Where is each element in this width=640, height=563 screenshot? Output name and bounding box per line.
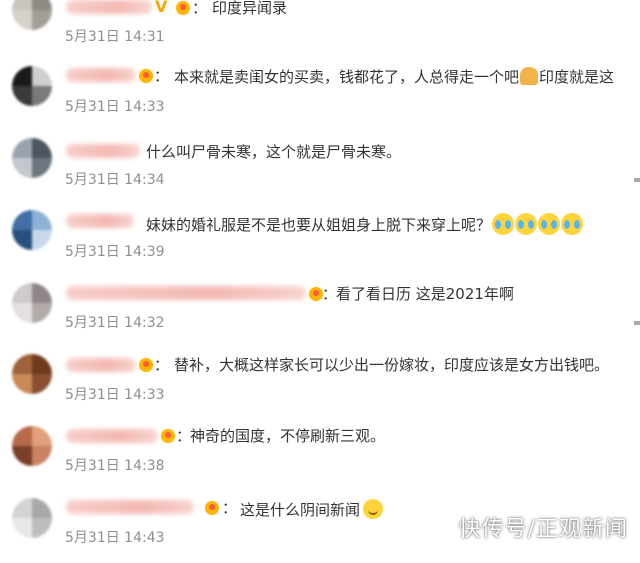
avatar[interactable] — [12, 426, 52, 466]
avatar[interactable] — [12, 283, 52, 323]
comment-time: 5月31日 14:33 — [65, 99, 165, 115]
avatar-pixel — [12, 0, 32, 10]
avatar-pixel — [32, 138, 52, 158]
comment-colon: ： — [192, 0, 208, 17]
avatar-pixel — [32, 10, 52, 30]
comment-colon: ： — [222, 499, 238, 517]
smile-emoji-icon — [363, 499, 384, 519]
username-blurred[interactable] — [66, 0, 152, 14]
avatar-pixel — [12, 10, 32, 30]
avatar-pixel — [12, 158, 32, 178]
comment-colon: ： — [322, 285, 338, 303]
avatar-pixel — [12, 354, 32, 374]
avatar-pixel — [12, 210, 32, 230]
avatar[interactable] — [12, 0, 52, 30]
avatar-pixel — [12, 446, 32, 466]
member-crown-icon — [175, 0, 191, 16]
verified-v-icon: V — [155, 0, 168, 16]
comment-item: ： 神奇的国度，不停刷新三观。 5月31日 14:38 — [0, 420, 640, 491]
username-blurred[interactable] — [66, 286, 306, 300]
comment-item: ： 替补，大概这样家长可以少出一份嫁妆，印度应该是女方出钱吧。 5月31日 14… — [0, 348, 640, 419]
avatar[interactable] — [12, 354, 52, 394]
avatar-pixel — [32, 86, 52, 106]
avatar-pixel — [32, 518, 52, 538]
comment-time: 5月31日 14:38 — [65, 458, 165, 474]
comment-colon: ： — [176, 427, 192, 445]
username-blurred[interactable] — [66, 144, 140, 158]
member-crown-icon — [138, 68, 154, 84]
comment-text-part: 这是什么阴间新闻 — [240, 501, 361, 519]
avatar[interactable] — [12, 498, 52, 538]
avatar-pixel — [32, 283, 52, 303]
comment-text: 看了看日历 这是2021年啊 — [336, 285, 514, 303]
cry-laugh-emoji-icon — [538, 213, 561, 235]
comment-time: 5月31日 14:31 — [65, 29, 165, 45]
avatar-pixel — [12, 374, 32, 394]
comment-time: 5月31日 14:43 — [65, 530, 165, 546]
comment-item: ： 看了看日历 这是2021年啊 5月31日 14:32 — [0, 277, 640, 348]
avatar-pixel — [12, 426, 32, 446]
comment-time: 5月31日 14:33 — [65, 387, 165, 403]
avatar-pixel — [32, 158, 52, 178]
username-blurred[interactable] — [66, 429, 158, 443]
avatar-pixel — [32, 426, 52, 446]
avatar[interactable] — [12, 138, 52, 178]
comment-text: 替补，大概这样家长可以少出一份嫁妆，印度应该是女方出钱吧。 — [174, 356, 610, 374]
comment-text-part: 本来就是卖闺女的买卖，钱都花了，人总得走一个吧 — [174, 68, 520, 86]
comment-time: 5月31日 14:39 — [65, 244, 165, 260]
username-blurred[interactable] — [66, 500, 194, 514]
comment-item: V ： 印度异闻录 5月31日 14:31 — [0, 0, 640, 57]
username-blurred[interactable] — [66, 68, 136, 82]
avatar[interactable] — [12, 210, 52, 250]
avatar-pixel — [32, 230, 52, 250]
avatar-pixel — [12, 138, 32, 158]
comment-text: 神奇的国度，不停刷新三观。 — [190, 427, 386, 445]
avatar-pixel — [32, 303, 52, 323]
avatar-pixel — [32, 374, 52, 394]
username-blurred[interactable] — [66, 214, 134, 228]
comment-item: 什么叫尸骨未寒，这个就是尸骨未寒。 5月31日 14:34 — [0, 132, 640, 203]
avatar-pixel — [12, 86, 32, 106]
comment-text-part: 妹妹的婚礼服是不是也要从姐姐身上脱下来穿上呢？ — [146, 216, 492, 234]
divider-mark — [634, 178, 640, 182]
comment-colon: ： — [154, 67, 170, 85]
comment-text: 本来就是卖闺女的买卖，钱都花了，人总得走一个吧 印度就是这 — [174, 67, 614, 86]
comment-colon: ： — [154, 356, 170, 374]
avatar-pixel — [32, 498, 52, 518]
avatar-pixel — [12, 66, 32, 86]
comment-text: 什么叫尸骨未寒，这个就是尸骨未寒。 — [146, 143, 402, 161]
comment-text-part: 印度就是这 — [539, 68, 615, 86]
cry-laugh-emoji-icon — [515, 213, 538, 235]
comment-item: 妹妹的婚礼服是不是也要从姐姐身上脱下来穿上呢？ 5月31日 14:39 — [0, 204, 640, 275]
comment-item: ： 本来就是卖闺女的买卖，钱都花了，人总得走一个吧 印度就是这 5月31日 14:… — [0, 60, 640, 131]
cry-laugh-emoji-icon — [561, 213, 584, 235]
avatar-pixel — [12, 518, 32, 538]
member-crown-icon — [160, 428, 176, 444]
member-crown-icon — [204, 500, 220, 516]
comment-time: 5月31日 14:32 — [65, 315, 165, 331]
avatar[interactable] — [12, 66, 52, 106]
avatar-pixel — [32, 0, 52, 10]
avatar-pixel — [32, 66, 52, 86]
avatar-pixel — [12, 283, 32, 303]
comment-time: 5月31日 14:34 — [65, 172, 165, 188]
avatar-pixel — [32, 446, 52, 466]
avatar-pixel — [12, 230, 32, 250]
cry-laugh-emoji-icon — [492, 213, 515, 235]
comment-text: 妹妹的婚礼服是不是也要从姐姐身上脱下来穿上呢？ — [146, 213, 584, 235]
watermark: 快传号/正观新闻 — [458, 517, 628, 542]
avatar-pixel — [32, 210, 52, 230]
avatar-pixel — [32, 354, 52, 374]
comment-text: 印度异闻录 — [212, 0, 288, 17]
avatar-pixel — [12, 498, 32, 518]
divider-mark — [634, 321, 640, 325]
avatar-pixel — [12, 303, 32, 323]
pray-emoji-icon — [520, 67, 539, 85]
username-blurred[interactable] — [66, 358, 136, 372]
comment-text: 这是什么阴间新闻 — [240, 499, 384, 519]
member-crown-icon — [138, 357, 154, 373]
